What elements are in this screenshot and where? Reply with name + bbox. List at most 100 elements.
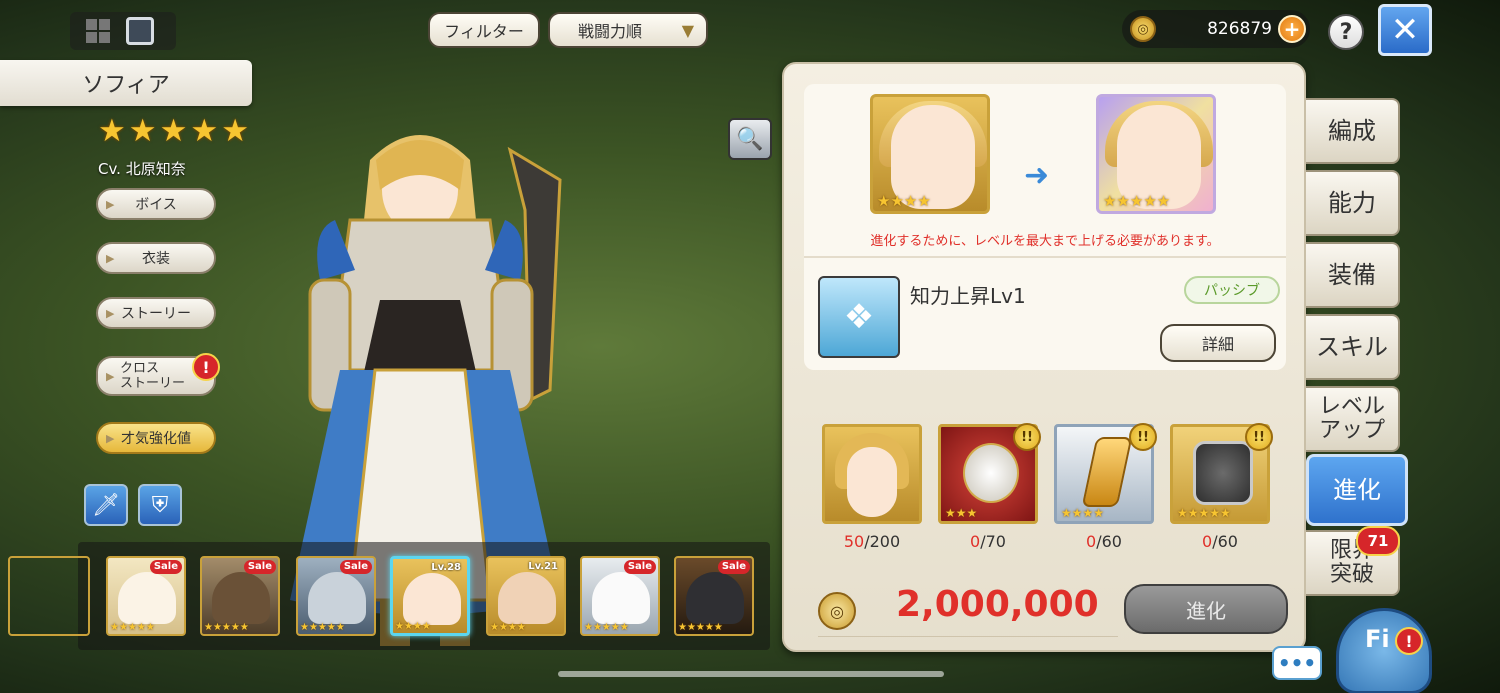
stars-icon: ★★★★★ (110, 622, 155, 633)
unit-carousel[interactable]: Sale ★★★★★ Sale ★★★★★ Sale ★★★★★ Lv.28 ★… (8, 542, 770, 650)
material-slot[interactable]: ★★★ !! 0/70 (938, 423, 1041, 551)
cross-story-label: クロス ストーリー (120, 361, 185, 391)
unit-card[interactable]: Sale ★★★★★ (200, 556, 280, 636)
tab-evolution[interactable]: 進化 (1306, 454, 1408, 526)
filter-button[interactable]: フィルター (428, 12, 540, 48)
tab-ability[interactable]: 能力 (1306, 170, 1400, 236)
sort-dropdown[interactable]: 戦闘力順 ▼ (548, 12, 708, 48)
sword-icon[interactable]: 🗡 (84, 484, 128, 526)
story-label: ストーリー (121, 306, 191, 322)
costume-label: 衣装 (142, 251, 170, 267)
material-card (822, 424, 922, 524)
sale-badge: Sale (339, 560, 372, 574)
material-slot[interactable]: 50/200 (822, 424, 922, 551)
chevron-right-icon: ▶ (106, 431, 115, 445)
chat-button[interactable]: ••• (1272, 646, 1322, 680)
sale-badge: Sale (149, 560, 182, 574)
tab-skill[interactable]: スキル (1306, 314, 1400, 380)
unit-card[interactable] (8, 556, 90, 636)
alert-icon: !! (1245, 423, 1273, 451)
stars-icon: ★★★ (945, 506, 978, 520)
evolve-button[interactable]: 進化 (1124, 584, 1288, 634)
unit-body (212, 572, 270, 624)
level-badge: Lv.21 (528, 561, 558, 572)
book-icon: ❖ (818, 276, 900, 358)
mascot-button[interactable]: Fi ! (1336, 608, 1432, 693)
chevron-down-icon: ▼ (681, 20, 694, 40)
coin-icon: ◎ (1130, 16, 1156, 42)
passive-badge: パッシブ (1184, 276, 1280, 304)
unit-body (592, 572, 650, 624)
cross-story-line1: クロス (120, 361, 160, 376)
alert-icon: ! (1395, 627, 1423, 655)
divider (818, 636, 1118, 637)
costume-button[interactable]: ▶ 衣装 (96, 242, 216, 274)
unit-card-selected[interactable]: Lv.28 ★★★★ (390, 556, 470, 636)
voice-label: ボイス (135, 197, 177, 213)
star-icon: ★ (128, 113, 157, 149)
unit-body (498, 572, 556, 624)
stars-icon: ★★★★★ (584, 622, 629, 633)
sale-badge: Sale (623, 560, 656, 574)
tab-equipment[interactable]: 装備 (1306, 242, 1400, 308)
mascot-label: Fi (1365, 625, 1390, 653)
after-stars-icon: ★★★★★ (1103, 192, 1171, 210)
star-icon: ★ (190, 113, 219, 149)
chevron-right-icon: ▶ (106, 251, 115, 265)
cost-row: ◎ 2,000,000 進化 (818, 580, 1288, 637)
detail-button[interactable]: 詳細 (1160, 324, 1276, 362)
alert-icon: ! (192, 353, 220, 381)
material-slot[interactable]: ★★★★ !! 0/60 (1054, 423, 1157, 551)
star-icon: ★ (221, 113, 249, 149)
stars-icon: ★★★★★ (300, 622, 345, 633)
sale-badge: Sale (243, 560, 276, 574)
material-count: 0/60 (1086, 532, 1122, 551)
talent-button[interactable]: ▶ 才気強化値 (96, 422, 216, 454)
sale-badge: Sale (717, 560, 750, 574)
unit-body (308, 572, 366, 624)
chevron-right-icon: ▶ (106, 197, 115, 211)
magnifier-icon[interactable]: 🔍 (728, 118, 772, 160)
currency-display: ◎ 826879 + (1122, 10, 1310, 48)
star-icon: ★ (159, 113, 188, 149)
stars-icon: ★★★★ (1061, 506, 1105, 520)
tab-formation[interactable]: 編成 (1306, 98, 1400, 164)
unit-card[interactable]: Sale ★★★★★ (580, 556, 660, 636)
star-icon: ★ (98, 113, 126, 149)
alert-icon: !! (1013, 423, 1041, 451)
unit-body (686, 572, 744, 624)
currency-value: 826879 (1207, 19, 1272, 39)
help-button[interactable]: ? (1328, 14, 1364, 50)
material-card: ★★★★★ !! (1170, 423, 1273, 524)
stars-icon: ★★★★ (490, 622, 526, 633)
story-button[interactable]: ▶ ストーリー (96, 297, 216, 329)
material-slot[interactable]: ★★★★★ !! 0/60 (1170, 423, 1273, 551)
add-currency-button[interactable]: + (1278, 15, 1306, 43)
arrow-right-icon: ➜ (1024, 158, 1050, 193)
talent-label: 才気強化値 (121, 431, 191, 447)
grid-view-icon[interactable] (84, 17, 112, 45)
tab-level-up[interactable]: レベルアップ (1306, 386, 1400, 452)
skill-name: 知力上昇Lv1 (910, 284, 1026, 308)
single-view-icon[interactable] (126, 17, 154, 45)
home-indicator[interactable] (558, 671, 944, 677)
stars-icon: ★★★★★ (204, 622, 249, 633)
unit-card[interactable]: Lv.21 ★★★★ (486, 556, 566, 636)
orb-icon (963, 443, 1019, 503)
stars-icon: ★★★★★ (1177, 506, 1231, 520)
unit-body (118, 572, 176, 624)
cross-story-line2: ストーリー (120, 376, 186, 391)
cost-value: 2,000,000 (896, 584, 1099, 625)
material-card: ★★★ !! (938, 423, 1041, 524)
unit-card[interactable]: Sale ★★★★★ (106, 556, 186, 636)
chevron-right-icon: ▶ (106, 369, 115, 383)
unit-body (403, 573, 461, 625)
close-button[interactable]: ✕ (1378, 4, 1432, 56)
shield-icon[interactable]: ⛨ (138, 484, 182, 526)
unit-card[interactable]: Sale ★★★★★ (674, 556, 754, 636)
material-count: 0/60 (1202, 532, 1238, 551)
voice-button[interactable]: ▶ ボイス (96, 188, 216, 220)
face-shape (847, 447, 897, 517)
stars-icon: ★★★★★ (678, 622, 723, 633)
unit-card[interactable]: Sale ★★★★★ (296, 556, 376, 636)
